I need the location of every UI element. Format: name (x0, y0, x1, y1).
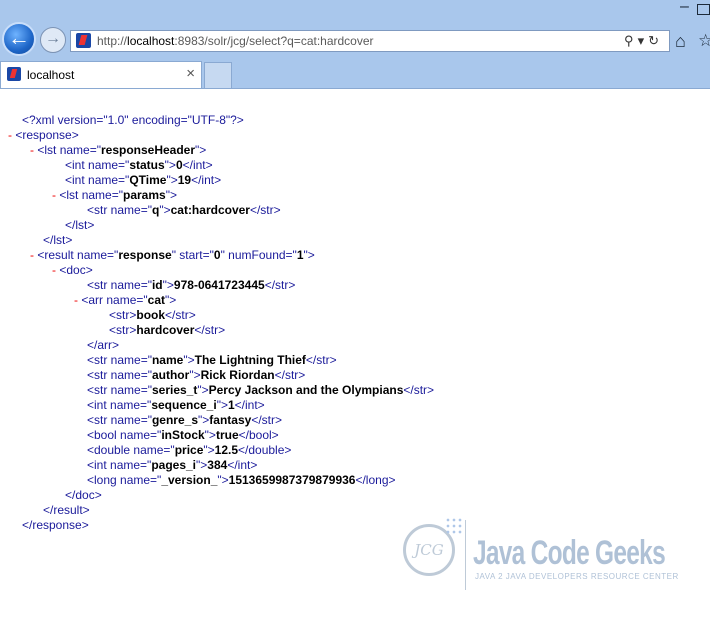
str-series: <str name="series_t">Percy Jackson and t… (87, 383, 435, 397)
result-close: </result> (43, 503, 90, 517)
address-bar[interactable]: http://localhost:8983/solr/jcg/select?q=… (70, 30, 670, 52)
dropdown-icon[interactable]: ▾ (638, 33, 649, 48)
str-cat-hardcover: <str>hardcover</str> (109, 323, 226, 337)
long-version: <long name="_version_">15136599873798799… (87, 473, 396, 487)
watermark-logo: JCG Java Code Geeks JAVA 2 JAVA DEVELOPE… (395, 512, 678, 592)
tab-title: localhost (27, 68, 75, 82)
response-open: - <response> (8, 128, 79, 142)
int-pages: <int name="pages_i">384</int> (87, 458, 258, 472)
browser-chrome: – ← → http://localhost:8983/solr/jcg/sel… (0, 0, 710, 89)
back-arrow-icon: ← (8, 25, 30, 50)
lst-header-close: </lst> (43, 233, 73, 247)
favorites-star-icon[interactable]: ☆ (698, 31, 710, 51)
bool-instock: <bool name="inStock">true</bool> (87, 428, 279, 442)
url-text[interactable]: http://localhost:8983/solr/jcg/select?q=… (97, 34, 374, 48)
lst-params: - <lst name="params"> (52, 188, 177, 202)
tab-close-icon[interactable]: × (186, 65, 195, 82)
new-tab-button[interactable] (204, 62, 232, 88)
address-actions: ⚲▾↻ (624, 33, 663, 49)
lst-params-close: </lst> (65, 218, 95, 232)
str-id: <str name="id">978-0641723445</str> (87, 278, 296, 292)
watermark-title: Java Code Geeks (473, 534, 666, 572)
arr-close: </arr> (87, 338, 120, 352)
search-icon[interactable]: ⚲ (624, 33, 638, 48)
str-q: <str name="q">cat:hardcover</str> (87, 203, 281, 217)
tab-localhost[interactable]: localhost × (0, 61, 202, 88)
response-close: </response> (22, 518, 89, 532)
result-open: - <result name="response" start="0" numF… (30, 248, 315, 262)
arr-cat: - <arr name="cat"> (74, 293, 177, 307)
int-status: <int name="status">0</int> (65, 158, 213, 172)
minimize-button[interactable]: – (680, 0, 689, 16)
logo-dots-icon (445, 517, 463, 535)
str-author: <str name="author">Rick Riordan</str> (87, 368, 306, 382)
str-cat-book: <str>book</str> (109, 308, 196, 322)
back-button[interactable]: ← (2, 22, 36, 56)
maximize-button[interactable] (697, 4, 710, 15)
xml-declaration: <?xml version="1.0" encoding="UTF-8"?> (22, 113, 244, 127)
int-qtime: <int name="QTime">19</int> (65, 173, 222, 187)
site-favicon-icon (76, 33, 91, 48)
str-genre: <str name="genre_s">fantasy</str> (87, 413, 282, 427)
str-name: <str name="name">The Lightning Thief</st… (87, 353, 337, 367)
lst-responseheader: - <lst name="responseHeader"> (30, 143, 207, 157)
logo-divider (465, 520, 466, 590)
int-sequence: <int name="sequence_i">1</int> (87, 398, 265, 412)
doc-close: </doc> (65, 488, 102, 502)
watermark-subtitle: JAVA 2 JAVA DEVELOPERS RESOURCE CENTER (475, 572, 679, 581)
double-price: <double name="price">12.5</double> (87, 443, 292, 457)
forward-button[interactable]: → (40, 27, 66, 53)
tab-favicon-icon (7, 67, 21, 81)
home-icon[interactable]: ⌂ (675, 31, 686, 52)
forward-arrow-icon: → (45, 30, 61, 47)
doc-open: - <doc> (52, 263, 93, 277)
refresh-icon[interactable]: ↻ (648, 33, 663, 48)
